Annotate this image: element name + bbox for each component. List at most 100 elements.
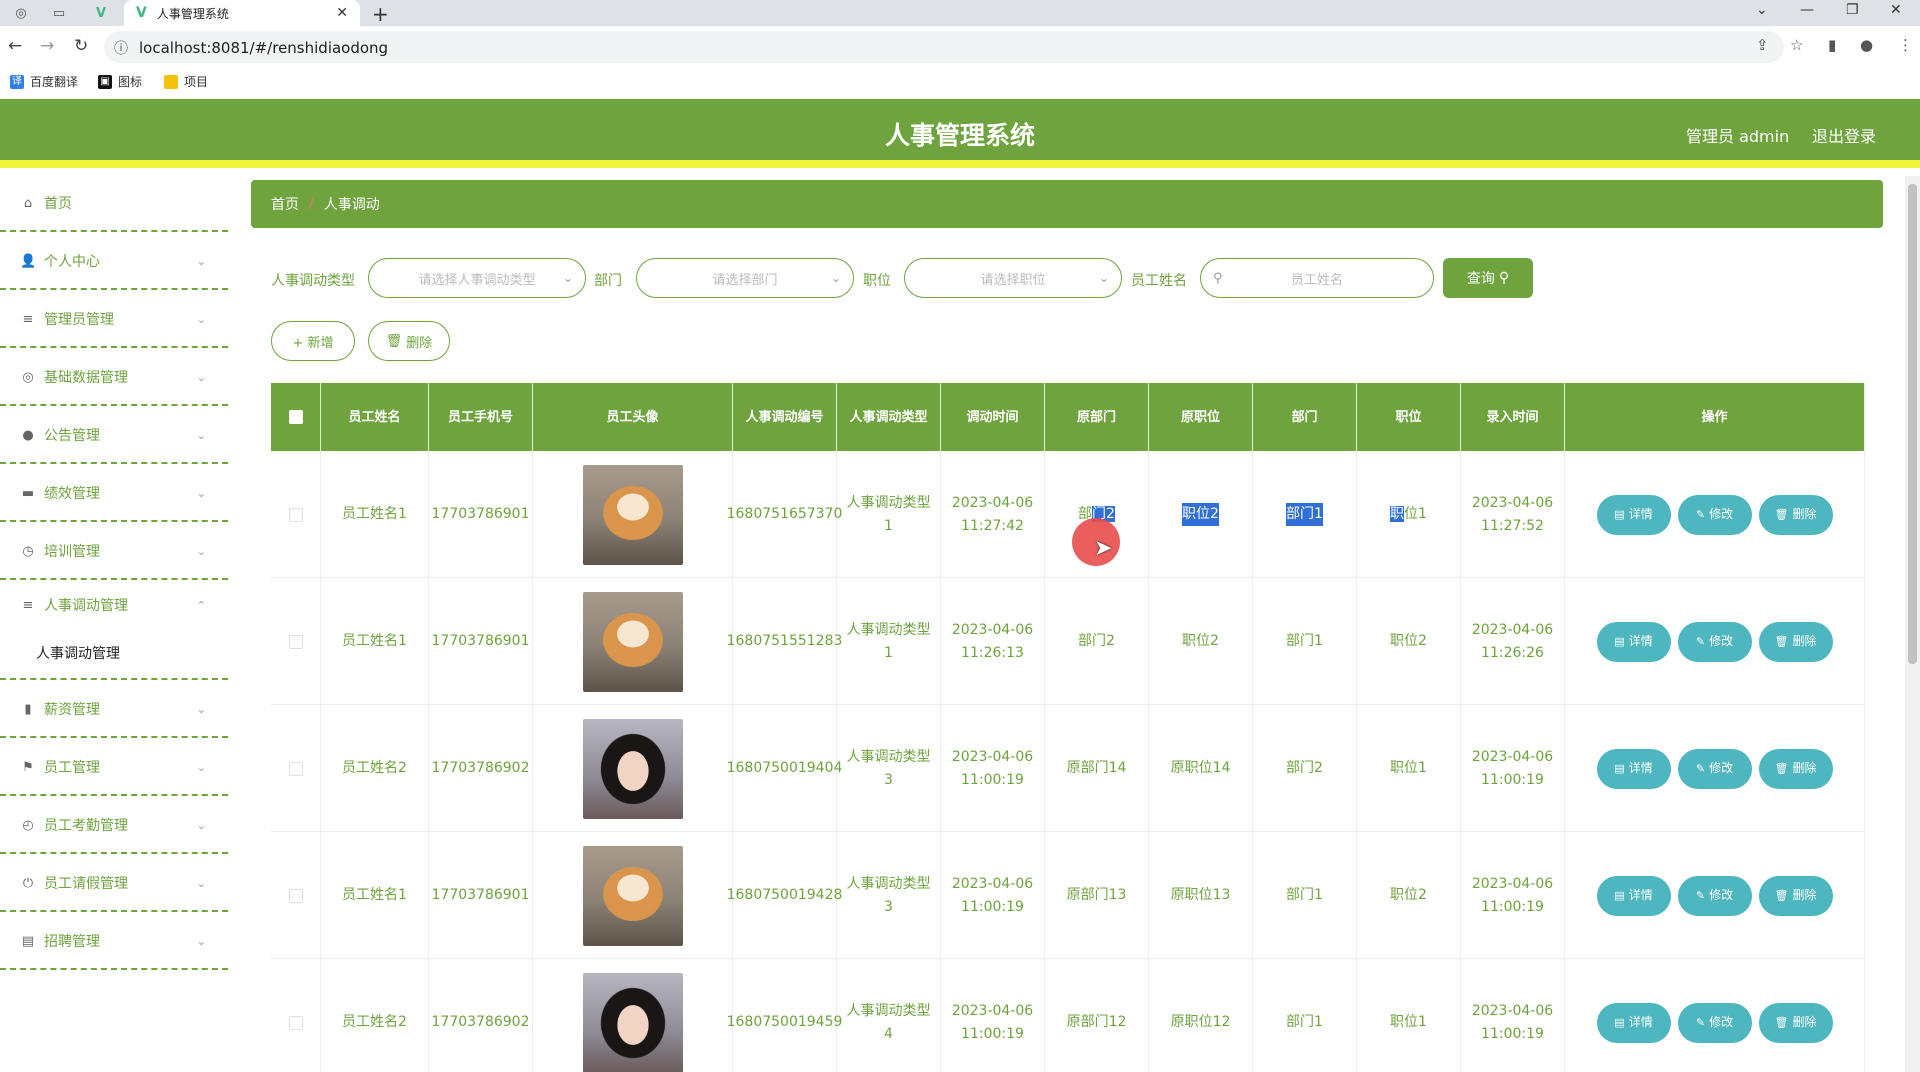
cell-avatar — [533, 451, 733, 578]
delete-button[interactable]: 🗑 删除 — [1758, 621, 1833, 662]
menu-dots-icon[interactable]: ⋮ — [1898, 36, 1913, 54]
row-checkbox-cell — [271, 832, 321, 959]
url-field[interactable]: ⓘ localhost:8081/#/renshidiaodong — [104, 31, 1784, 63]
bookmark-baidu-translate[interactable]: 译 百度翻译 — [10, 73, 78, 90]
address-bar-row: ← → ↻ ⓘ localhost:8081/#/renshidiaodong … — [0, 26, 1920, 68]
sidebar-item-1[interactable]: 👤 个人中心 ⌄ — [0, 234, 228, 290]
sidebar-item-4[interactable]: ● 公告管理 ⌄ — [0, 408, 228, 464]
cell-avatar — [533, 705, 733, 832]
row-checkbox[interactable] — [288, 1015, 303, 1030]
detail-button[interactable]: ▤ 详情 — [1596, 494, 1671, 535]
cell-avatar — [533, 959, 733, 1072]
scrollbar-thumb[interactable] — [1908, 184, 1917, 664]
delete-button-label: 删除 — [1792, 507, 1817, 521]
query-button[interactable]: 查询 ⚲ — [1443, 258, 1533, 298]
edit-icon: ✎ — [1695, 762, 1706, 775]
row-checkbox-cell — [271, 451, 321, 578]
query-label: 查询 — [1466, 271, 1495, 287]
girl-avatar-image — [582, 972, 683, 1072]
sidebar-item-7[interactable]: ≡ 人事调动管理 ⌃ — [0, 582, 228, 628]
employee-name-input[interactable]: ⚲ 员工姓名 — [1200, 258, 1434, 298]
cell-time: 2023-04-06 11:27:42 — [941, 451, 1045, 578]
sidebar-item-0[interactable]: ⌂ 首页 — [0, 176, 228, 232]
sidebar-item-9[interactable]: ⚑ 员工管理 ⌄ — [0, 740, 228, 796]
edit-button[interactable]: ✎ 修改 — [1677, 494, 1752, 535]
sidebar-item-3[interactable]: ◎ 基础数据管理 ⌄ — [0, 350, 228, 406]
sidebar-item-6[interactable]: ◷ 培训管理 ⌄ — [0, 524, 228, 580]
delete-button[interactable]: 🗑 删除 — [1758, 494, 1833, 535]
cell-code: 1680751657370 — [727, 451, 842, 578]
input-placeholder: 员工姓名 — [1290, 272, 1343, 288]
profile-icon[interactable]: ● — [1860, 36, 1873, 54]
cell-code: 1680750019404 — [727, 705, 842, 832]
edit-button[interactable]: ✎ 修改 — [1677, 621, 1752, 662]
bookmark-star-icon[interactable]: ☆ — [1790, 36, 1803, 54]
chevron-down-icon: ⌄ — [830, 271, 841, 285]
close-window-icon[interactable]: ✕ — [1890, 2, 1902, 18]
delete-button[interactable]: 🗑 删除 — [1758, 875, 1833, 916]
side-panel-icon[interactable]: ▮ — [1828, 36, 1836, 54]
minimize-icon[interactable]: — — [1800, 2, 1814, 18]
forward-icon[interactable]: → — [40, 36, 54, 56]
bookmark-icons[interactable]: ▣ 图标 — [98, 73, 142, 90]
edit-button[interactable]: ✎ 修改 — [1677, 1002, 1752, 1043]
cell-operations: ▤ 详情 ✎ 修改 🗑 删除 — [1565, 705, 1865, 832]
cell-created: 2023-04-06 11:26:26 — [1461, 578, 1565, 705]
transfer-type-select[interactable]: 请选择人事调动类型 ⌄ — [368, 258, 586, 298]
vue-tab-icon[interactable]: V — [90, 5, 112, 21]
row-checkbox-cell — [271, 705, 321, 832]
sidebar-item-label: 员工请假管理 — [44, 876, 128, 892]
cell-old_dept: 原部门13 — [1045, 832, 1149, 959]
info-icon[interactable]: ⓘ — [114, 38, 128, 58]
row-checkbox[interactable] — [288, 888, 303, 903]
chat-icon: ▬ — [21, 485, 35, 501]
select-all-checkbox[interactable] — [288, 410, 303, 424]
close-tab-icon[interactable]: ✕ — [336, 5, 348, 21]
back-icon[interactable]: ← — [8, 36, 22, 56]
edit-button[interactable]: ✎ 修改 — [1677, 748, 1752, 789]
tab-search-icon[interactable]: ⌄ — [1756, 2, 1768, 18]
blank-tab-icon[interactable]: ▭ — [48, 5, 70, 21]
dept-select[interactable]: 请选择部门 ⌄ — [636, 258, 854, 298]
sidebar-item-10[interactable]: ◴ 员工考勤管理 ⌄ — [0, 798, 228, 854]
delete-button[interactable]: 🗑 删除 — [1758, 748, 1833, 789]
detail-button[interactable]: ▤ 详情 — [1596, 621, 1671, 662]
position-select[interactable]: 请选择职位 ⌄ — [904, 258, 1122, 298]
edit-button-label: 修改 — [1709, 1015, 1734, 1029]
new-tab-icon[interactable]: + — [372, 2, 389, 26]
trash-icon: 🗑 — [385, 333, 403, 349]
active-browser-tab[interactable]: V 人事管理系统 ✕ — [124, 0, 360, 26]
reload-icon[interactable]: ↻ — [74, 36, 88, 56]
breadcrumb-home[interactable]: 首页 — [271, 194, 299, 214]
globe-icon[interactable]: ◎ — [10, 5, 32, 21]
app-title: 人事管理系统 — [884, 121, 1035, 150]
detail-button[interactable]: ▤ 详情 — [1596, 875, 1671, 916]
selection-highlight: 职 — [1390, 506, 1405, 522]
detail-button[interactable]: ▤ 详情 — [1596, 748, 1671, 789]
sidebar-item-12[interactable]: ▤ 招聘管理 ⌄ — [0, 914, 228, 970]
bulk-delete-button[interactable]: 🗑 删除 — [368, 321, 450, 361]
restore-icon[interactable]: ❐ — [1846, 2, 1859, 18]
tab-title: 人事管理系统 — [156, 6, 229, 21]
row-checkbox[interactable] — [288, 507, 303, 522]
edit-button[interactable]: ✎ 修改 — [1677, 875, 1752, 916]
logout-link[interactable]: 退出登录 — [1812, 123, 1876, 147]
cell-type: 人事调动类型4 — [837, 959, 941, 1072]
sidebar-item-5[interactable]: ▬ 绩效管理 ⌄ — [0, 466, 228, 522]
sidebar-item-8[interactable]: ▮ 薪资管理 ⌄ — [0, 682, 228, 738]
row-checkbox[interactable] — [288, 634, 303, 649]
cell-old_pos: 职位2 — [1149, 451, 1253, 578]
add-button[interactable]: + 新增 — [271, 321, 355, 361]
detail-button[interactable]: ▤ 详情 — [1596, 1002, 1671, 1043]
row-checkbox[interactable] — [288, 761, 303, 776]
clock-icon: ◴ — [22, 817, 34, 833]
bookmark-project[interactable]: 项目 — [164, 73, 208, 90]
delete-button[interactable]: 🗑 删除 — [1758, 1002, 1833, 1043]
edit-button-label: 修改 — [1709, 761, 1734, 775]
cell-code: 1680751551283 — [727, 578, 842, 705]
share-icon[interactable]: ⇪ — [1756, 36, 1769, 54]
sidebar-item-11[interactable]: ⏻ 员工请假管理 ⌄ — [0, 856, 228, 912]
sidebar-item-2[interactable]: ≡ 管理员管理 ⌄ — [0, 292, 228, 348]
sidebar-subitem-transfer[interactable]: 人事调动管理 — [0, 628, 228, 680]
cell-type: 人事调动类型1 — [837, 451, 941, 578]
